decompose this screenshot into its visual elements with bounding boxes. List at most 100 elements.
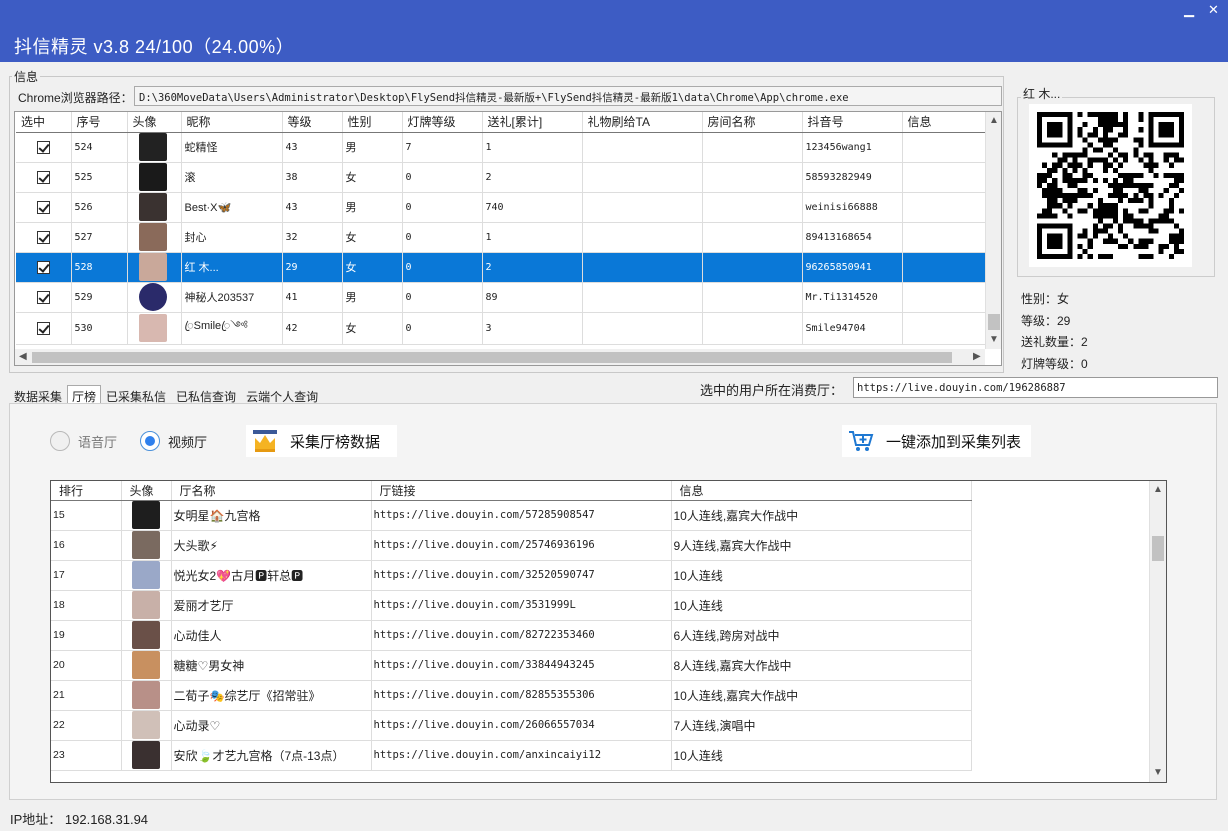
table-row[interactable]: 18 爱丽才艺厅 https://live.douyin.com/3531999L 1…	[51, 590, 972, 621]
user-col-header[interactable]: 性别	[342, 112, 403, 133]
table-row[interactable]: 528 红 木... 29 女 0 2 96265850941	[16, 252, 987, 283]
user-col-header[interactable]: 灯牌等级	[402, 112, 483, 133]
row-checkbox[interactable]	[37, 260, 50, 274]
table-row[interactable]: 525 滚 38 女 0 2 58593282949	[16, 162, 987, 193]
seq-cell: 524	[71, 132, 128, 163]
user-col-header[interactable]: 等级	[282, 112, 343, 133]
row-checkbox[interactable]	[37, 200, 50, 214]
user-col-header[interactable]: 序号	[71, 112, 128, 133]
hall-url-field[interactable]: https://live.douyin.com/196286887	[853, 377, 1218, 398]
hscroll-thumb[interactable]	[32, 352, 952, 363]
hall-name-cell: 心动录♡	[171, 710, 372, 741]
table-row[interactable]: 529 神秘人203537 41 男 0 89 Mr.Ti1314520	[16, 282, 987, 313]
table-row[interactable]: 23 安欣🍃才艺九宫格（7点-13点） https://live.douyin.co…	[51, 740, 972, 771]
hall-col-header[interactable]: 头像	[121, 481, 172, 501]
table-row[interactable]: 17 悦光女2💖古月🅿轩总🅿 https://live.douyin.com/325…	[51, 560, 972, 591]
scroll-up-arrow-icon[interactable]: ▲	[1150, 484, 1166, 495]
table-row[interactable]: 530ꦿSmileꦿ༺ 42 女 0 3 Smile94704	[16, 312, 987, 345]
radio-voice-hall[interactable]: 语音厅	[50, 430, 117, 452]
chrome-path-label: Chrome浏览器路径：	[18, 91, 133, 105]
tab-hall-rank[interactable]: 厅榜	[67, 385, 102, 404]
hall-table-header: 排行 头像 厅名称 厅链接 信息	[51, 481, 972, 501]
scroll-thumb[interactable]	[988, 314, 1000, 330]
row-checkbox[interactable]	[37, 170, 50, 184]
add-to-collect-list-button[interactable]: 一键添加到采集列表	[842, 425, 1031, 457]
hall-name-cell: 大头歌⚡	[171, 530, 372, 561]
info-cell	[902, 192, 987, 223]
select-cell[interactable]	[16, 132, 72, 163]
user-col-header[interactable]: 房间名称	[702, 112, 803, 133]
row-checkbox[interactable]	[37, 321, 50, 335]
radio-video-hall[interactable]: 视频厅	[140, 430, 207, 452]
gift_to-cell	[582, 132, 703, 163]
select-cell[interactable]	[16, 312, 72, 345]
table-row[interactable]: 527 封心 32 女 0 1 89413168654	[16, 222, 987, 253]
avatar	[131, 561, 160, 589]
row-checkbox[interactable]	[37, 140, 50, 154]
table-row[interactable]: 21 二荀子🎭综艺厅《招常驻》 https://live.douyin.com/82…	[51, 680, 972, 711]
user-col-header[interactable]: 选中	[16, 112, 72, 133]
user-table-vscroll[interactable]: ▲ ▼	[985, 112, 1001, 349]
select-cell[interactable]	[16, 282, 72, 313]
user-col-header[interactable]: 头像	[127, 112, 182, 133]
table-row[interactable]: 16 大头歌⚡ https://live.douyin.com/2574693619…	[51, 530, 972, 561]
level-cell: 29	[282, 252, 343, 283]
scroll-up-arrow-icon[interactable]: ▲	[986, 115, 1001, 126]
radio-voice-label: 语音厅	[78, 434, 118, 450]
table-row[interactable]: 15 女明星🏠九宫格 https://live.douyin.com/5728590…	[51, 500, 972, 531]
user-col-header[interactable]: 信息	[902, 112, 987, 133]
tab-cloud-query[interactable]: 云端个人查询	[241, 385, 323, 404]
nick-cell: 滚	[181, 162, 283, 193]
select-cell[interactable]	[16, 252, 72, 283]
minimize-button[interactable]: ▁	[1184, 2, 1194, 18]
select-cell[interactable]	[16, 222, 72, 253]
chrome-path-field[interactable]: D:\360MoveData\Users\Administrator\Deskt…	[134, 86, 1002, 106]
rank-cell: 19	[51, 620, 122, 651]
radio-circle-icon[interactable]	[50, 431, 70, 451]
user-table-hscroll[interactable]: ◀ ▶	[15, 349, 985, 365]
user-col-header[interactable]: 昵称	[181, 112, 283, 133]
scroll-down-arrow-icon[interactable]: ▼	[986, 334, 1001, 345]
row-checkbox[interactable]	[37, 290, 50, 304]
gift-cell: 1	[482, 132, 583, 163]
gift-cell: 3	[482, 312, 583, 345]
scroll-left-arrow-icon[interactable]: ◀	[19, 351, 27, 362]
hall-name-cell: 心动佳人	[171, 620, 372, 651]
user-col-header[interactable]: 送礼[累计]	[482, 112, 583, 133]
scroll-right-arrow-icon[interactable]: ▶	[973, 351, 981, 362]
hall-link-cell: https://live.douyin.com/82722353460	[371, 620, 672, 651]
hall-name-cell: 爱丽才艺厅	[171, 590, 372, 621]
hall-col-header[interactable]: 厅名称	[171, 481, 372, 501]
select-cell[interactable]	[16, 192, 72, 223]
collect-hall-rank-button[interactable]: 采集厅榜数据	[246, 425, 397, 457]
hall-col-header[interactable]: 厅链接	[371, 481, 672, 501]
user-col-header[interactable]: 礼物刷给TA	[582, 112, 703, 133]
table-row[interactable]: 20 糖糖♡男女神 https://live.douyin.com/33844943…	[51, 650, 972, 681]
scroll-down-arrow-icon[interactable]: ▼	[1150, 767, 1166, 778]
info-cell	[902, 312, 987, 345]
table-row[interactable]: 19 心动佳人 https://live.douyin.com/8272235346…	[51, 620, 972, 651]
row-checkbox[interactable]	[37, 230, 50, 244]
close-button[interactable]: ✕	[1208, 2, 1219, 18]
tab-dm-query[interactable]: 已私信查询	[171, 385, 241, 404]
table-row[interactable]: 526 Best·X🦋 43 男 0 740 weinisi66888	[16, 192, 987, 223]
nick-cell: ꦿSmileꦿ༺	[181, 312, 283, 345]
avatar-cell	[127, 132, 182, 163]
avatar-cell	[121, 590, 172, 621]
table-row[interactable]: 524 蛇精怪 43 男 7 1 123456wang1	[16, 132, 987, 163]
select-cell[interactable]	[16, 162, 72, 193]
user-col-header[interactable]: 抖音号	[802, 112, 903, 133]
avatar	[138, 314, 167, 342]
avatar	[131, 741, 160, 769]
table-row[interactable]: 22 心动录♡ https://live.douyin.com/2606655703…	[51, 710, 972, 741]
hall-col-header[interactable]: 排行	[51, 481, 122, 501]
gift-cell: 2	[482, 162, 583, 193]
cart-add-icon	[849, 431, 874, 451]
radio-checked-icon[interactable]	[140, 431, 160, 451]
hall-col-header[interactable]: 信息	[671, 481, 972, 501]
scroll-thumb[interactable]	[1152, 536, 1164, 561]
tab-data-collect[interactable]: 数据采集	[9, 385, 67, 404]
tab-collected-dm[interactable]: 已采集私信	[101, 385, 171, 404]
nick-cell: Best·X🦋	[181, 192, 283, 223]
hall-table-vscroll[interactable]: ▲ ▼	[1149, 481, 1166, 782]
